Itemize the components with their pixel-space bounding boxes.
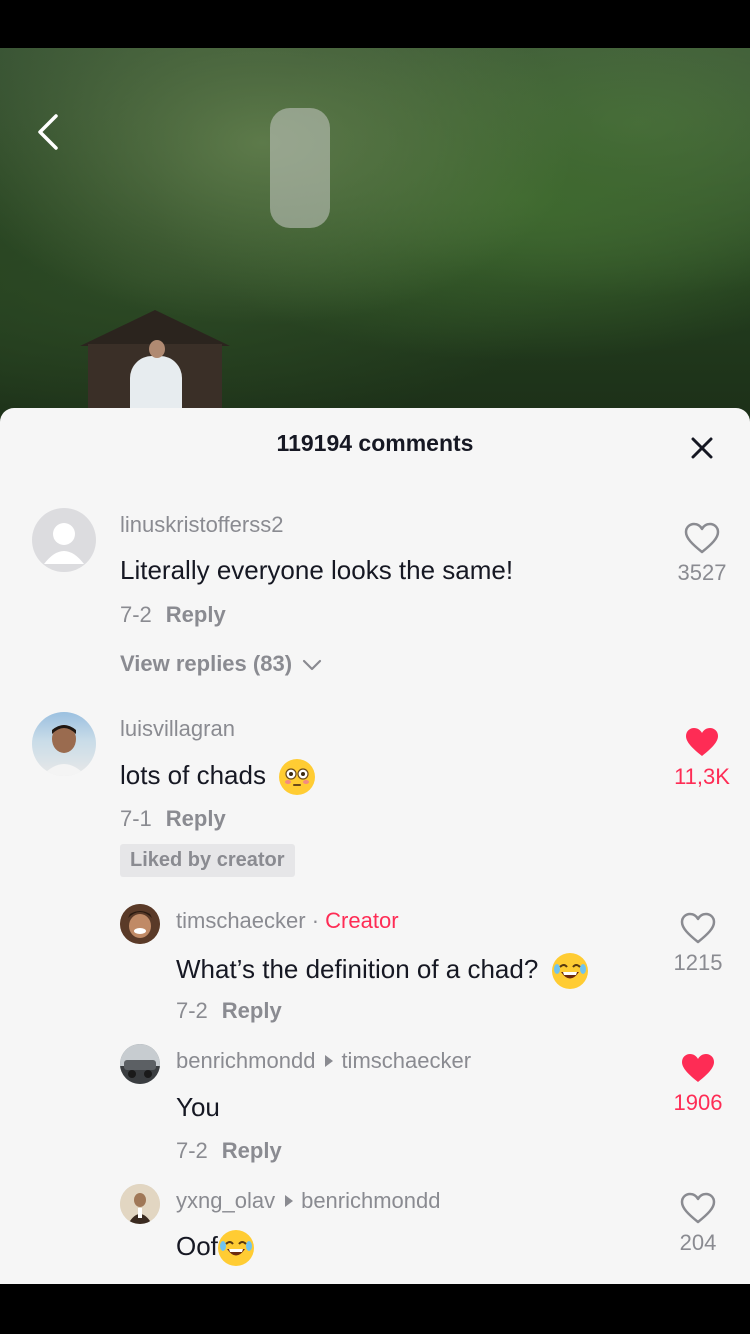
like-count: 11,3K: [674, 764, 730, 789]
heart-icon: [680, 912, 716, 944]
back-icon[interactable]: [30, 112, 66, 152]
creator-separator: ·: [305, 908, 326, 933]
reply-username-row: benrichmondd timschaecker: [176, 1048, 471, 1074]
comments-count-title: 119194 comments: [276, 430, 474, 456]
comment-date: 7-1: [120, 806, 152, 831]
view-replies-label: View replies (83): [120, 651, 293, 676]
comment-text-content: lots of chads: [120, 759, 266, 790]
like-count: 3527: [677, 560, 727, 585]
video-person-head: [149, 340, 165, 358]
creator-label: Creator: [325, 908, 399, 933]
laughing-emoji-icon: [551, 953, 588, 989]
reply-to-arrow-icon: [325, 1055, 334, 1068]
video-person: [130, 356, 182, 416]
chevron-down-icon: [303, 660, 322, 671]
reply-text-content: What’s the definition of a chad?: [176, 953, 539, 984]
heart-icon: [684, 522, 720, 554]
comment-username[interactable]: linuskristofferss2: [120, 512, 283, 538]
view-replies-button[interactable]: View replies (83): [120, 651, 322, 677]
like-count: 1215: [673, 950, 723, 975]
like-button[interactable]: 3527: [662, 522, 742, 586]
avatar[interactable]: [32, 712, 96, 776]
reply-text: What’s the definition of a chad?: [176, 953, 588, 989]
bottom-bar: [0, 1284, 750, 1334]
reply-button[interactable]: Reply: [222, 998, 282, 1023]
like-button[interactable]: 204: [658, 1192, 738, 1256]
comment-text: Literally everyone looks the same!: [120, 555, 514, 585]
avatar[interactable]: [32, 508, 96, 572]
like-count: 204: [679, 1230, 717, 1255]
avatar[interactable]: [120, 1184, 160, 1224]
reply-text-content: Oof: [176, 1230, 218, 1261]
like-count: 1906: [673, 1090, 723, 1115]
reply-to-username[interactable]: benrichmondd: [301, 1188, 440, 1213]
like-button[interactable]: 1906: [658, 1052, 738, 1116]
reply-username[interactable]: yxng_olav: [176, 1188, 275, 1213]
reply-username[interactable]: timschaecker: [176, 908, 306, 933]
flushed-emoji-icon: [279, 759, 316, 795]
reply-button[interactable]: Reply: [166, 602, 226, 627]
video-sky-patch: [270, 108, 330, 228]
avatar[interactable]: [120, 1044, 160, 1084]
heart-icon: [686, 728, 718, 756]
reply-username-row: timschaecker · Creator: [176, 908, 399, 934]
heart-icon: [682, 1054, 714, 1082]
reply-username[interactable]: benrichmondd: [176, 1048, 315, 1073]
comments-sheet: 119194 comments linuskristofferss2 Liter…: [0, 408, 750, 1284]
reply-date: 7-2: [176, 1138, 208, 1163]
reply-button[interactable]: Reply: [166, 806, 226, 831]
reply-date: 7-2: [176, 998, 208, 1023]
video-background[interactable]: [0, 48, 750, 428]
heart-icon: [680, 1192, 716, 1224]
comment-meta: 7-2 Reply: [120, 602, 226, 628]
comment-date: 7-2: [120, 602, 152, 627]
reply-to-username[interactable]: timschaecker: [341, 1048, 471, 1073]
reply-username-row: yxng_olav benrichmondd: [176, 1188, 441, 1214]
avatar[interactable]: [120, 904, 160, 944]
laughing-emoji-icon: [217, 1230, 254, 1266]
reply-to-arrow-icon: [285, 1195, 294, 1208]
reply-button[interactable]: Reply: [222, 1138, 282, 1163]
reply-text: Oof: [176, 1230, 254, 1266]
liked-by-creator-badge: Liked by creator: [120, 844, 295, 877]
comment-username[interactable]: luisvillagran: [120, 716, 235, 742]
comment-text: lots of chads: [120, 759, 316, 795]
comment-meta: 7-1 Reply: [120, 806, 226, 832]
reply-meta: 7-2 Reply: [176, 998, 282, 1024]
like-button[interactable]: 11,3K: [662, 726, 742, 790]
reply-text: You: [176, 1092, 220, 1122]
like-button[interactable]: 1215: [658, 912, 738, 976]
reply-meta: 7-2 Reply: [176, 1138, 282, 1164]
close-icon[interactable]: [686, 432, 718, 464]
